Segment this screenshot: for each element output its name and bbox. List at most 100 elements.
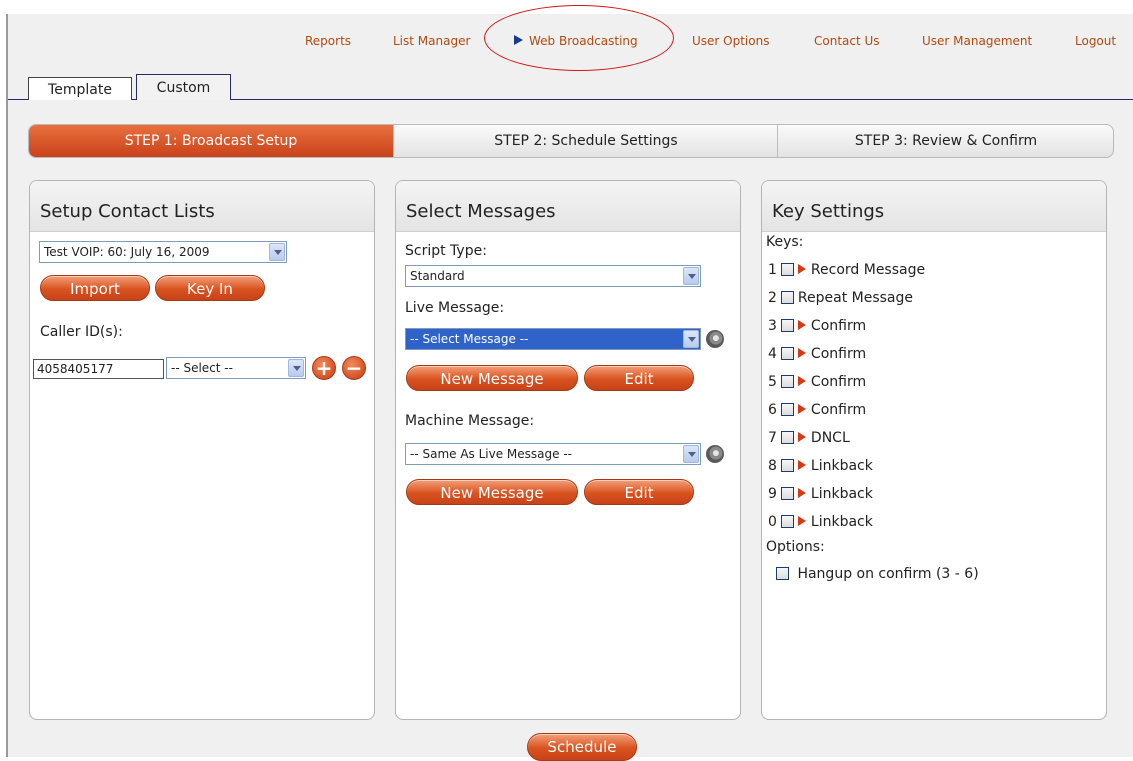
nav-user-options[interactable]: User Options <box>692 34 769 48</box>
key-in-button[interactable]: Key In <box>155 275 265 301</box>
key-label: Confirm <box>810 374 867 390</box>
play-arrow-icon[interactable] <box>797 320 806 330</box>
key-checkbox[interactable] <box>780 515 794 528</box>
add-caller-icon[interactable]: + <box>312 356 336 380</box>
key-label: Linkback <box>810 458 873 474</box>
new-machine-message-button[interactable]: New Message <box>406 479 578 505</box>
key-row: 3 Confirm <box>768 315 866 337</box>
new-live-message-button[interactable]: New Message <box>406 365 578 391</box>
key-row: 7 DNCL <box>768 427 850 449</box>
key-number: 3 <box>768 318 777 334</box>
script-type-select[interactable]: Standard <box>405 265 701 287</box>
key-number: 9 <box>768 486 777 502</box>
key-row: 0 Linkback <box>768 511 873 533</box>
chevron-down-icon <box>683 330 699 348</box>
hangup-option[interactable]: Hangup on confirm (3 - 6) <box>772 563 979 585</box>
edit-live-message-button[interactable]: Edit <box>584 365 694 391</box>
key-number: 6 <box>768 402 777 418</box>
key-number: 5 <box>768 374 777 390</box>
play-arrow-icon[interactable] <box>797 516 806 526</box>
key-number: 1 <box>768 262 777 278</box>
play-arrow-icon[interactable] <box>797 264 806 274</box>
key-row: 2 Repeat Message <box>768 287 913 309</box>
contact-list-select[interactable]: Test VOIP: 60: July 16, 2009 <box>39 241 287 263</box>
top-nav: Reports List Manager Web Broadcasting Us… <box>0 34 1133 52</box>
live-message-select[interactable]: -- Select Message -- <box>405 328 701 350</box>
contact-lists-panel: Setup Contact Lists Test VOIP: 60: July … <box>29 180 375 720</box>
play-arrow-icon[interactable] <box>797 460 806 470</box>
nav-list-manager[interactable]: List Manager <box>393 34 470 48</box>
machine-message-select[interactable]: -- Same As Live Message -- <box>405 443 701 465</box>
key-checkbox[interactable] <box>780 431 794 444</box>
active-arrow-icon <box>514 35 523 45</box>
hangup-label: Hangup on confirm (3 - 6) <box>797 566 979 582</box>
chevron-down-icon <box>288 359 304 377</box>
key-row: 9 Linkback <box>768 483 873 505</box>
hangup-checkbox[interactable] <box>776 567 789 580</box>
caller-id-select[interactable]: -- Select -- <box>166 357 306 379</box>
key-label: Repeat Message <box>797 290 914 306</box>
key-number: 7 <box>768 430 777 446</box>
chevron-down-icon <box>269 243 285 261</box>
key-label: Confirm <box>810 402 867 418</box>
key-number: 2 <box>768 290 777 306</box>
key-checkbox[interactable] <box>780 263 794 276</box>
tab-custom[interactable]: Custom <box>136 74 231 100</box>
step-1[interactable]: STEP 1: Broadcast Setup <box>29 125 393 157</box>
key-checkbox[interactable] <box>780 375 794 388</box>
key-checkbox[interactable] <box>780 403 794 416</box>
key-number: 0 <box>768 514 777 530</box>
key-checkbox[interactable] <box>780 291 794 304</box>
nav-logout[interactable]: Logout <box>1075 34 1116 48</box>
speaker-icon[interactable] <box>706 445 724 463</box>
panel-title: Setup Contact Lists <box>30 181 374 232</box>
remove-caller-icon[interactable]: − <box>342 356 366 380</box>
panel-title: Select Messages <box>396 181 740 232</box>
step-bar: STEP 1: Broadcast Setup STEP 2: Schedule… <box>28 124 1114 158</box>
play-arrow-icon[interactable] <box>797 376 806 386</box>
key-label: DNCL <box>810 430 850 446</box>
nav-web-broadcasting[interactable]: Web Broadcasting <box>514 34 638 48</box>
play-arrow-icon[interactable] <box>797 488 806 498</box>
import-button[interactable]: Import <box>40 275 150 301</box>
key-row: 8 Linkback <box>768 455 873 477</box>
key-number: 4 <box>768 346 777 362</box>
key-label: Record Message <box>810 262 926 278</box>
key-checkbox[interactable] <box>780 459 794 472</box>
key-checkbox[interactable] <box>780 319 794 332</box>
panel-title: Key Settings <box>762 181 1106 232</box>
select-messages-panel: Select Messages Script Type: Standard Li… <box>395 180 741 720</box>
nav-contact-us[interactable]: Contact Us <box>814 34 880 48</box>
key-row: 6 Confirm <box>768 399 866 421</box>
nav-user-management[interactable]: User Management <box>922 34 1032 48</box>
key-row: 4 Confirm <box>768 343 866 365</box>
caller-id-label: Caller ID(s): <box>40 324 123 340</box>
key-settings-panel: Key Settings Keys: 1 Record Message 2 Repea… <box>761 180 1107 720</box>
caller-id-field[interactable]: 4058405177 <box>33 359 164 379</box>
nav-reports[interactable]: Reports <box>305 34 351 48</box>
machine-message-label: Machine Message: <box>405 413 535 429</box>
step-2[interactable]: STEP 2: Schedule Settings <box>393 125 778 157</box>
play-arrow-icon[interactable] <box>797 348 806 358</box>
key-checkbox[interactable] <box>780 347 794 360</box>
play-arrow-icon[interactable] <box>797 404 806 414</box>
step-3[interactable]: STEP 3: Review & Confirm <box>777 125 1113 157</box>
key-label: Linkback <box>810 514 873 530</box>
tab-template[interactable]: Template <box>28 77 132 100</box>
chevron-down-icon <box>683 445 699 463</box>
chevron-down-icon <box>683 267 699 285</box>
script-type-label: Script Type: <box>405 243 487 259</box>
edit-machine-message-button[interactable]: Edit <box>584 479 694 505</box>
key-number: 8 <box>768 458 777 474</box>
key-row: 5 Confirm <box>768 371 866 393</box>
key-row: 1 Record Message <box>768 259 925 281</box>
live-message-label: Live Message: <box>405 300 505 316</box>
key-label: Confirm <box>810 318 867 334</box>
play-arrow-icon[interactable] <box>797 432 806 442</box>
key-checkbox[interactable] <box>780 487 794 500</box>
speaker-icon[interactable] <box>706 330 724 348</box>
key-label: Linkback <box>810 486 873 502</box>
keys-label: Keys: <box>766 234 804 250</box>
options-label: Options: <box>766 539 825 555</box>
key-label: Confirm <box>810 346 867 362</box>
